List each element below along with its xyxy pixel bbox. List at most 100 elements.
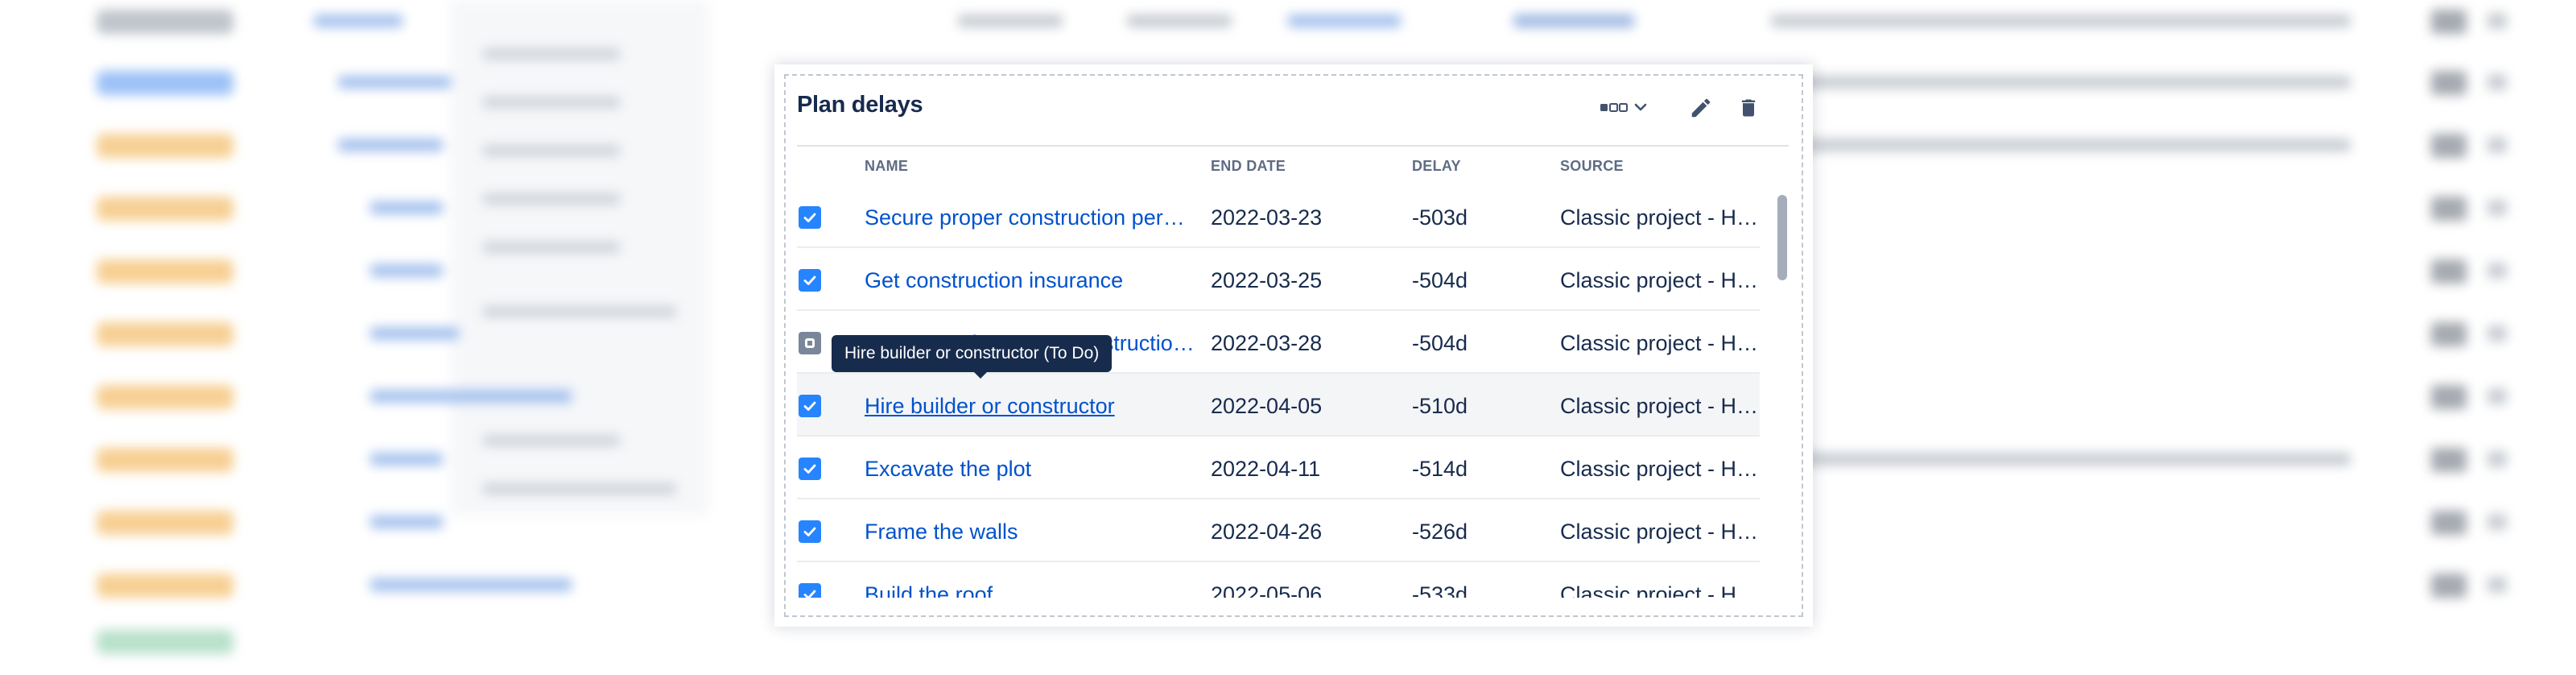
done-status-icon: [799, 206, 821, 229]
issue-name-link[interactable]: Secure proper construction permits: [865, 205, 1201, 230]
background-text: [1771, 14, 2351, 27]
background-text: [1127, 14, 1232, 27]
delay-cell: -526d: [1412, 519, 1525, 545]
view-options-icon: [1599, 98, 1655, 118]
scrollbar-thumb[interactable]: [1777, 195, 1787, 280]
background-text: [1771, 139, 2351, 151]
delete-button[interactable]: [1731, 90, 1766, 126]
background-square: [2431, 10, 2467, 34]
issue-name-link[interactable]: Get construction insurance: [865, 267, 1201, 293]
pencil-icon: [1689, 96, 1713, 120]
background-badge: [97, 322, 233, 346]
background-badge: [97, 385, 233, 409]
background-link: [370, 327, 459, 340]
issue-name-link[interactable]: Build the roof: [865, 582, 1201, 598]
todo-status-icon: [799, 332, 821, 354]
background-square: [2431, 511, 2467, 535]
background-link: [314, 14, 402, 27]
background-badge: [97, 197, 233, 221]
delays-table: Secure proper construction permits 2022-…: [797, 185, 1789, 598]
background-chevron: [2487, 325, 2507, 342]
background-text: [958, 14, 1063, 27]
source-cell: Classic project - Hou...: [1560, 330, 1760, 356]
done-status-icon: [799, 583, 821, 598]
source-cell: Classic project - Hou...: [1560, 267, 1760, 293]
background-row: [0, 0, 2576, 55]
background-badge: [97, 134, 233, 158]
background-chevron: [2487, 74, 2507, 90]
column-header-name[interactable]: NAME: [865, 158, 908, 175]
source-cell: Classic project - Hou...: [1560, 519, 1760, 545]
done-status-icon: [799, 395, 821, 417]
background-square: [2431, 259, 2467, 284]
delay-cell: -504d: [1412, 267, 1525, 293]
end-date-cell: 2022-03-23: [1211, 205, 1388, 230]
column-header-source[interactable]: SOURCE: [1560, 158, 1624, 175]
source-cell: Classic project - Hou...: [1560, 582, 1760, 598]
background-chevron: [2487, 514, 2507, 530]
done-status-icon: [799, 269, 821, 292]
table-row: Excavate the plot 2022-04-11 -514d Class…: [797, 437, 1760, 499]
table-row: Get construction insurance 2022-03-25 -5…: [797, 248, 1760, 311]
issue-name-link[interactable]: Excavate the plot: [865, 456, 1201, 482]
background-text: [1513, 14, 1634, 27]
source-cell: Classic project - Hou...: [1560, 456, 1760, 482]
delay-cell: -533d: [1412, 582, 1525, 598]
source-cell: Classic project - Hou...: [1560, 205, 1760, 230]
table-row: Build the roof 2022-05-06 -533d Classic …: [797, 562, 1760, 598]
delay-cell: -503d: [1412, 205, 1525, 230]
done-status-icon: [799, 458, 821, 480]
background-link: [370, 578, 572, 591]
background-badge: [97, 511, 233, 535]
background-link: [370, 264, 443, 277]
background-text: [1771, 76, 2351, 89]
background-link: [370, 390, 572, 403]
issue-tooltip: Hire builder or constructor (To Do): [832, 335, 1112, 372]
issue-name-link[interactable]: Hire builder or constructor: [865, 393, 1201, 419]
background-chevron: [2487, 13, 2507, 29]
background-square: [2431, 71, 2467, 95]
end-date-cell: 2022-04-11: [1211, 456, 1388, 482]
view-options-button[interactable]: [1591, 90, 1663, 126]
table-row: Frame the walls 2022-04-26 -526d Classic…: [797, 499, 1760, 562]
background-chevron: [2487, 451, 2507, 467]
delay-cell: -510d: [1412, 393, 1525, 419]
end-date-cell: 2022-04-26: [1211, 519, 1388, 545]
end-date-cell: 2022-03-28: [1211, 330, 1388, 356]
background-badge: [97, 630, 233, 654]
table-row: Hire builder or constructor 2022-04-05 -…: [797, 374, 1760, 437]
column-header-end-date[interactable]: END DATE: [1211, 158, 1286, 175]
background-chevron: [2487, 388, 2507, 404]
header-divider: [797, 145, 1789, 147]
end-date-cell: 2022-05-06: [1211, 582, 1388, 598]
background-chevron: [2487, 200, 2507, 216]
table-scrollbar[interactable]: [1776, 185, 1789, 598]
background-chevron: [2487, 137, 2507, 153]
end-date-cell: 2022-03-25: [1211, 267, 1388, 293]
delay-cell: -514d: [1412, 456, 1525, 482]
background-square: [2431, 385, 2467, 409]
background-square: [2431, 448, 2467, 472]
column-header-delay[interactable]: DELAY: [1412, 158, 1461, 175]
background-link: [370, 516, 443, 528]
background-square: [2431, 134, 2467, 158]
background-chevron: [2487, 577, 2507, 593]
background-badge: [97, 10, 233, 34]
delay-cell: -504d: [1412, 330, 1525, 356]
background-text: [1771, 453, 2351, 466]
edit-button[interactable]: [1683, 90, 1719, 126]
background-badge: [97, 71, 233, 95]
background-link: [338, 139, 443, 151]
trash-icon: [1737, 96, 1760, 120]
source-cell: Classic project - Hou...: [1560, 393, 1760, 419]
background-square: [2431, 197, 2467, 221]
background-square: [2431, 322, 2467, 346]
background-link: [1288, 14, 1401, 27]
background-badge: [97, 574, 233, 598]
background-link: [370, 201, 443, 214]
background-link: [338, 76, 451, 89]
gadget-title: Plan delays: [797, 92, 923, 118]
background-badge: [97, 448, 233, 472]
background-link: [370, 453, 443, 466]
issue-name-link[interactable]: Frame the walls: [865, 519, 1201, 545]
